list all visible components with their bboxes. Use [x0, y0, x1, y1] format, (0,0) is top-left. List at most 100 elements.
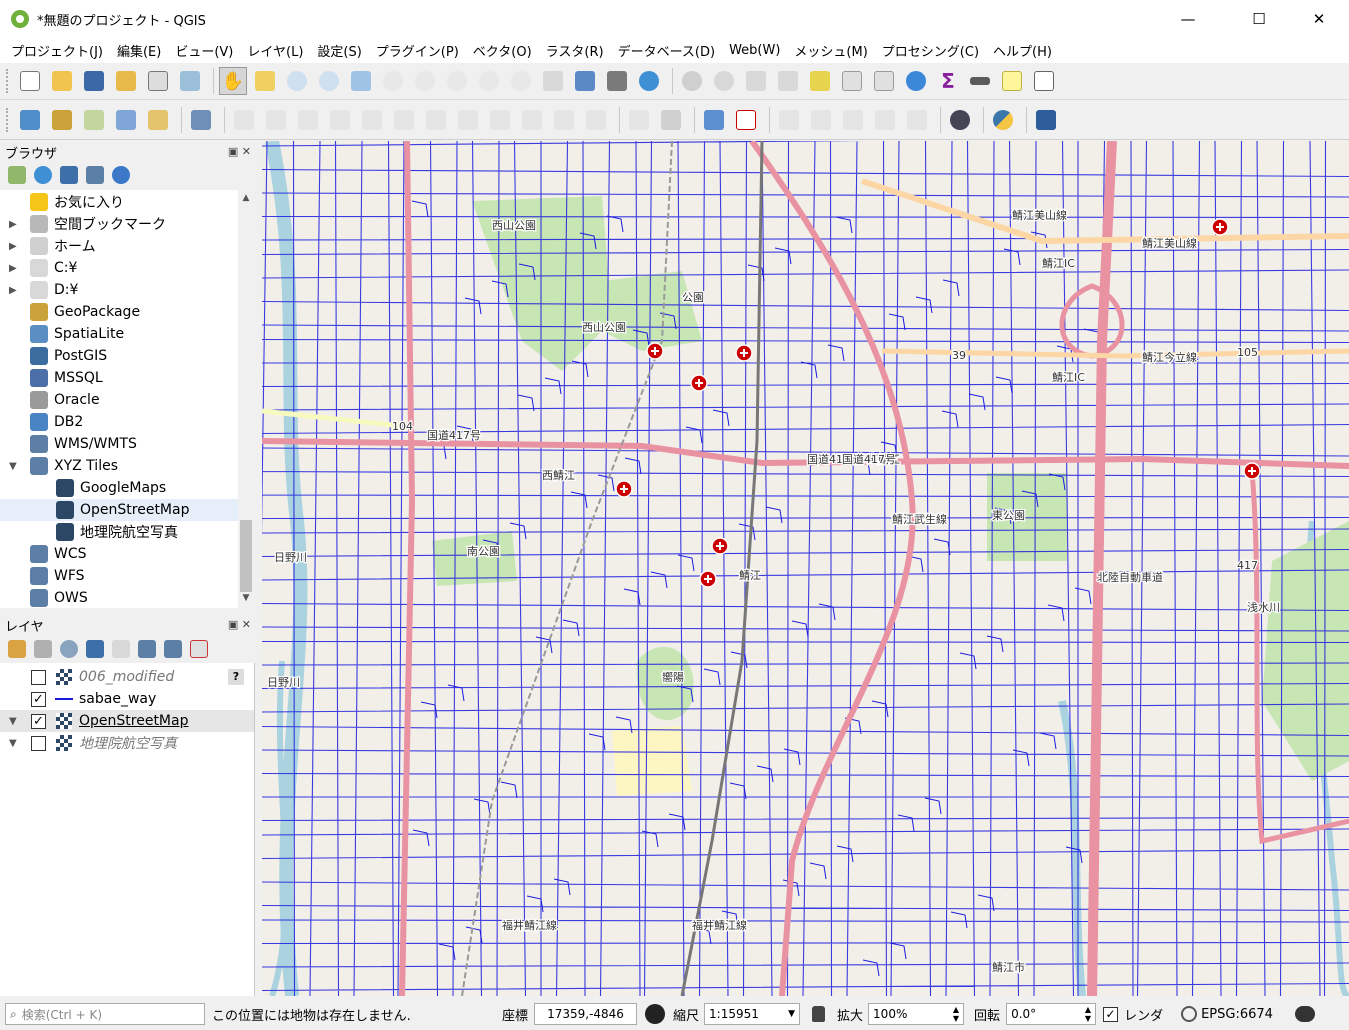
new-project-icon[interactable]: [16, 67, 44, 95]
refresh-icon[interactable]: [34, 166, 52, 184]
browser-item[interactable]: WCS: [0, 543, 238, 565]
layer-visibility-checkbox[interactable]: [31, 669, 46, 685]
undo-icon[interactable]: [550, 106, 578, 134]
rotation-spinbox[interactable]: 0.0° ▲ ▼: [1006, 1003, 1097, 1025]
browser-scrollbar[interactable]: ▲ ▼: [238, 190, 254, 608]
crs-label[interactable]: EPSG:6674: [1201, 1007, 1273, 1022]
browser-item[interactable]: WFS: [0, 565, 238, 587]
browser-item[interactable]: ▶ C:¥: [0, 257, 238, 279]
layer-warning-icon[interactable]: ?: [228, 669, 244, 685]
refresh-icon[interactable]: [635, 67, 663, 95]
collapse-all-icon[interactable]: [164, 640, 182, 658]
layer-row[interactable]: ✓ sabae_way: [0, 688, 254, 710]
label-abc-icon[interactable]: [732, 106, 760, 134]
add-group-icon[interactable]: [34, 640, 52, 658]
layer-row[interactable]: ▼ 地理院航空写真: [0, 732, 254, 754]
statistics-sigma-icon[interactable]: Σ: [934, 67, 962, 95]
zoom-next-icon[interactable]: [507, 67, 535, 95]
rotate-label-icon[interactable]: [871, 106, 899, 134]
field-calculator-icon[interactable]: [870, 67, 898, 95]
browser-item[interactable]: OpenStreetMap: [0, 499, 238, 521]
spin-arrows-icon[interactable]: ▲ ▼: [953, 1005, 959, 1023]
delete-selected-icon[interactable]: [422, 106, 450, 134]
quickmapservices-icon[interactable]: [946, 106, 974, 134]
layer-visibility-checkbox[interactable]: [31, 735, 46, 751]
toolbar-grip[interactable]: [6, 108, 10, 132]
new-layer-icon[interactable]: [48, 106, 76, 134]
save-project-icon[interactable]: [80, 67, 108, 95]
bookmark-icon[interactable]: [603, 67, 631, 95]
expand-all-icon[interactable]: [138, 640, 156, 658]
zoom-last-icon[interactable]: [475, 67, 503, 95]
menu-mesh[interactable]: メッシュ(M): [787, 41, 874, 60]
zoom-in-icon[interactable]: [283, 67, 311, 95]
data-source-manager-icon[interactable]: [16, 106, 44, 134]
maximize-button[interactable]: ☐: [1236, 0, 1282, 38]
expand-arrow-icon[interactable]: ▼: [9, 716, 17, 727]
zoom-native-icon[interactable]: [443, 67, 471, 95]
pan-to-selection-icon[interactable]: [251, 67, 279, 95]
style-manager-icon[interactable]: [176, 67, 204, 95]
save-edits-icon[interactable]: [294, 106, 322, 134]
menu-processing[interactable]: プロセシング(C): [875, 41, 986, 60]
change-label-icon[interactable]: [903, 106, 931, 134]
run-action-icon[interactable]: [710, 67, 738, 95]
magnifier-spinbox[interactable]: 100% ▲ ▼: [868, 1003, 965, 1025]
layer-row[interactable]: 006_modified?: [0, 666, 254, 688]
zoom-layer-icon[interactable]: [411, 67, 439, 95]
menu-plugins[interactable]: プラグイン(P): [369, 41, 466, 60]
panel-float-close-icon[interactable]: ▣ ✕: [228, 145, 251, 158]
browser-item[interactable]: ▼ XYZ Tiles: [0, 455, 238, 477]
coordinate-field[interactable]: 17359,-4846: [534, 1003, 638, 1025]
digitize-icon[interactable]: [112, 106, 140, 134]
paste-features-icon[interactable]: [518, 106, 546, 134]
layer-row[interactable]: ▼ ✓ OpenStreetMap: [0, 710, 254, 732]
menu-project[interactable]: プロジェクト(J): [4, 41, 110, 60]
menu-raster[interactable]: ラスタ(R): [539, 41, 611, 60]
current-edits-icon[interactable]: [230, 106, 258, 134]
minimize-button[interactable]: —: [1165, 0, 1211, 38]
expand-arrow-icon[interactable]: ▶: [9, 219, 17, 230]
locator-search-input[interactable]: ⌕ 検索(Ctrl + K): [5, 1003, 205, 1025]
menu-help[interactable]: ヘルプ(H): [986, 41, 1059, 60]
menu-layer[interactable]: レイヤ(L): [240, 41, 310, 60]
spin-arrows-icon[interactable]: ▲ ▼: [1085, 1005, 1091, 1023]
save-as-icon[interactable]: [112, 67, 140, 95]
menu-view[interactable]: ビュー(V): [168, 41, 240, 60]
add-selected-layers-icon[interactable]: [8, 166, 26, 184]
render-checkbox[interactable]: ✓: [1103, 1006, 1119, 1022]
show-hide-label-icon[interactable]: [807, 106, 835, 134]
select-features-icon[interactable]: [742, 67, 770, 95]
add-vector-icon[interactable]: [80, 106, 108, 134]
menu-settings[interactable]: 設定(S): [310, 41, 368, 60]
browser-item[interactable]: GoogleMaps: [0, 477, 238, 499]
add-raster-icon[interactable]: [144, 106, 172, 134]
identify-icon[interactable]: [678, 67, 706, 95]
select-by-value-icon[interactable]: [774, 67, 802, 95]
browser-item[interactable]: 地理院航空写真: [0, 521, 238, 543]
browser-item[interactable]: ▶ D:¥: [0, 279, 238, 301]
python-console-icon[interactable]: [989, 106, 1017, 134]
open-project-icon[interactable]: [48, 67, 76, 95]
layer-visibility-checkbox[interactable]: ✓: [31, 691, 46, 707]
filter-legend-icon[interactable]: [86, 640, 104, 658]
toolbar-grip[interactable]: [6, 69, 10, 93]
crs-globe-icon[interactable]: [1181, 1006, 1198, 1022]
move-label-icon[interactable]: [839, 106, 867, 134]
expand-arrow-icon[interactable]: ▶: [9, 263, 17, 274]
filter-icon[interactable]: [60, 166, 78, 184]
highlight-pin-icon[interactable]: [657, 106, 685, 134]
deselect-icon[interactable]: [806, 67, 834, 95]
expand-arrow-icon[interactable]: ▼: [9, 738, 17, 749]
map-canvas[interactable]: 西山公園 西山公園 公園 国道417号 西鯖江 国道417号 東鯖江 鯖江美山線 鯖江美山線 鯖江…: [262, 141, 1349, 996]
messages-bubble-icon[interactable]: [1294, 1006, 1315, 1022]
toggle-editing-icon[interactable]: [262, 106, 290, 134]
style-brush-icon[interactable]: [8, 640, 26, 658]
expand-arrow-icon[interactable]: ▶: [9, 285, 17, 296]
attribute-table-icon[interactable]: [838, 67, 866, 95]
help-icon[interactable]: [1032, 106, 1060, 134]
browser-item[interactable]: GeoPackage: [0, 301, 238, 323]
redo-icon[interactable]: [582, 106, 610, 134]
expand-arrow-icon[interactable]: ▼: [9, 461, 17, 472]
copy-features-icon[interactable]: [486, 106, 514, 134]
